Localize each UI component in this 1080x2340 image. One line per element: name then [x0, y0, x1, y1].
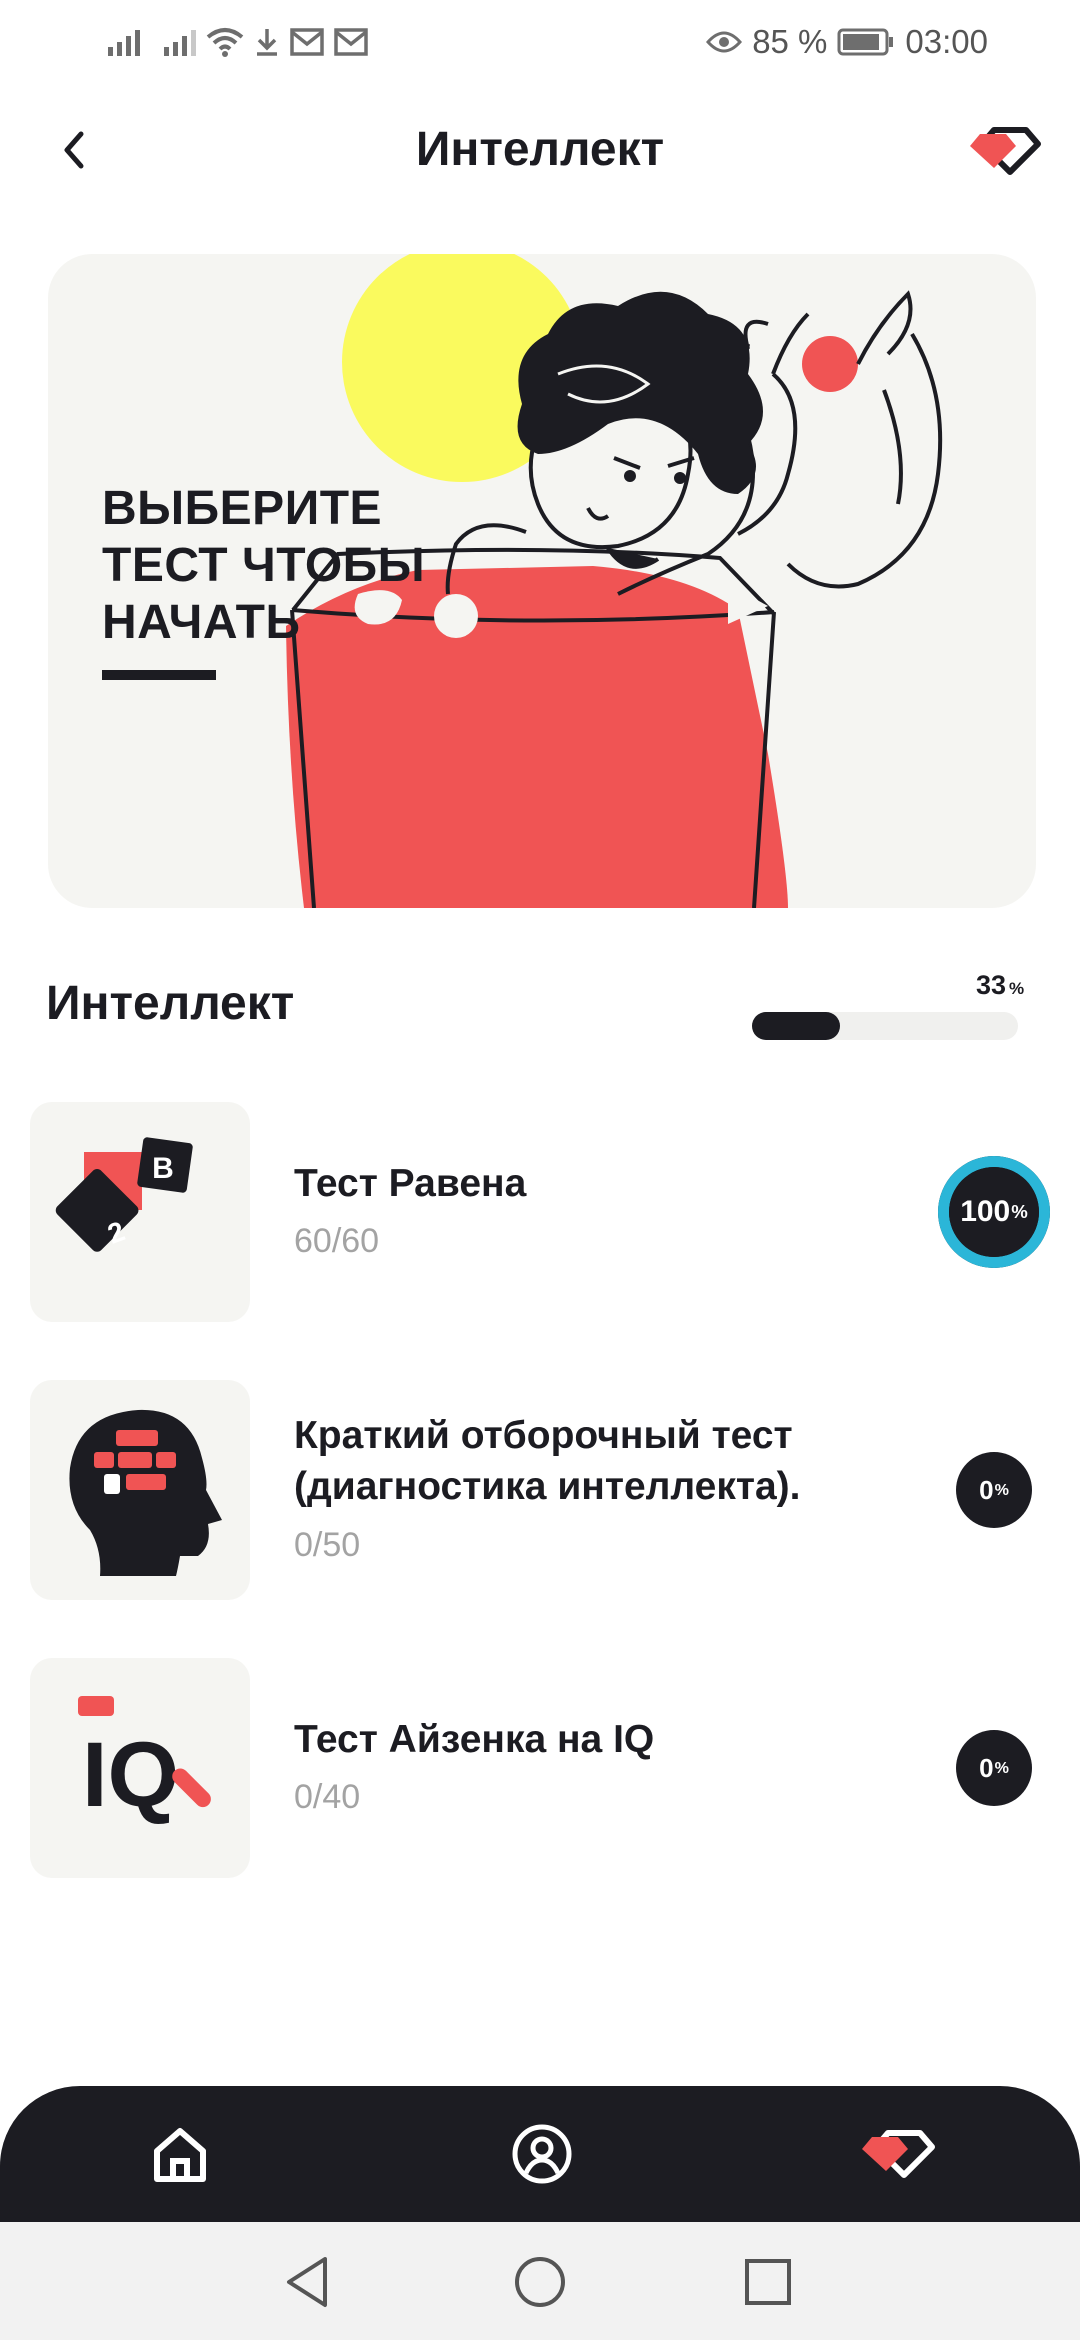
gem-icon: [970, 127, 1041, 175]
clock: 03:00: [905, 23, 988, 60]
home-circle-icon: [515, 2257, 565, 2307]
test-name: Краткий отборочный тест (диагностика инт…: [294, 1414, 801, 1508]
home-icon: [154, 2128, 206, 2182]
iq-label: IQ: [82, 1724, 179, 1826]
completion-badge: 100%: [938, 1156, 1050, 1268]
test-name: Тест Равена: [294, 1162, 527, 1205]
back-triangle-icon: [287, 2257, 327, 2307]
app-header: Интеллект: [0, 100, 1080, 200]
test-thumbnail: IQ: [30, 1658, 250, 1878]
signal-icon: [164, 28, 196, 56]
test-name: Тест Айзенка на IQ: [294, 1718, 655, 1761]
nav-tests[interactable]: [858, 2116, 938, 2192]
system-recent-button[interactable]: [736, 2250, 800, 2314]
gem-icon: [862, 2130, 935, 2178]
wifi-icon: [206, 28, 244, 57]
status-bar: 85 % 03:00: [0, 0, 1080, 86]
test-thumbnail: [30, 1380, 250, 1600]
signal-icon: [108, 28, 140, 56]
bottom-navigation: [0, 2086, 1080, 2222]
test-thumbnail: В 2: [30, 1102, 250, 1322]
mail-icon: [334, 28, 368, 56]
cubes-icon: В 2: [55, 1137, 193, 1252]
system-home-button[interactable]: [508, 2250, 572, 2314]
test-item-raven[interactable]: В 2 Тест Равена 60/60 100%: [30, 1102, 1050, 1322]
test-count: 60/60: [294, 1222, 380, 1260]
recent-square-icon: [745, 2259, 791, 2305]
hero-underline: [102, 670, 216, 680]
status-icons-right: 85 % 03:00: [706, 22, 988, 62]
test-item-short-selection[interactable]: Краткий отборочный тест (диагностика инт…: [30, 1380, 1050, 1600]
gem-button[interactable]: [964, 114, 1044, 186]
profile-icon: [512, 2124, 572, 2184]
iq-icon: IQ: [78, 1696, 211, 1826]
progress-bar-fill: [752, 1012, 840, 1040]
status-icons-left: [108, 22, 368, 62]
hero-banner: Выберите тест чтобы начать: [48, 254, 1036, 908]
cube-letter-b: В: [152, 1152, 174, 1185]
completion-badge: 0%: [956, 1730, 1032, 1806]
completion-badge: 0%: [956, 1452, 1032, 1528]
battery-percent: 85 %: [752, 23, 828, 60]
download-icon: [257, 29, 277, 56]
eye-icon: [706, 31, 743, 53]
battery-icon: [837, 28, 894, 56]
system-back-button[interactable]: [276, 2250, 340, 2314]
section-title: Интеллект: [46, 977, 295, 1030]
nav-profile[interactable]: [502, 2116, 582, 2192]
progress-bar: [752, 1012, 1018, 1040]
test-item-eysenck-iq[interactable]: IQ Тест Айзенка на IQ 0/40 0%: [30, 1658, 1050, 1878]
test-count: 0/50: [294, 1526, 361, 1564]
nav-home[interactable]: [140, 2116, 220, 2192]
progress-percent: 33%: [976, 970, 1025, 1000]
mail-icon: [290, 28, 324, 56]
test-count: 0/40: [294, 1778, 361, 1816]
page-title: Интеллект: [415, 123, 665, 176]
head-bricks-icon: [69, 1409, 222, 1576]
system-navigation: [0, 2222, 1080, 2340]
hero-heading: Выберите тест чтобы начать: [102, 482, 426, 649]
